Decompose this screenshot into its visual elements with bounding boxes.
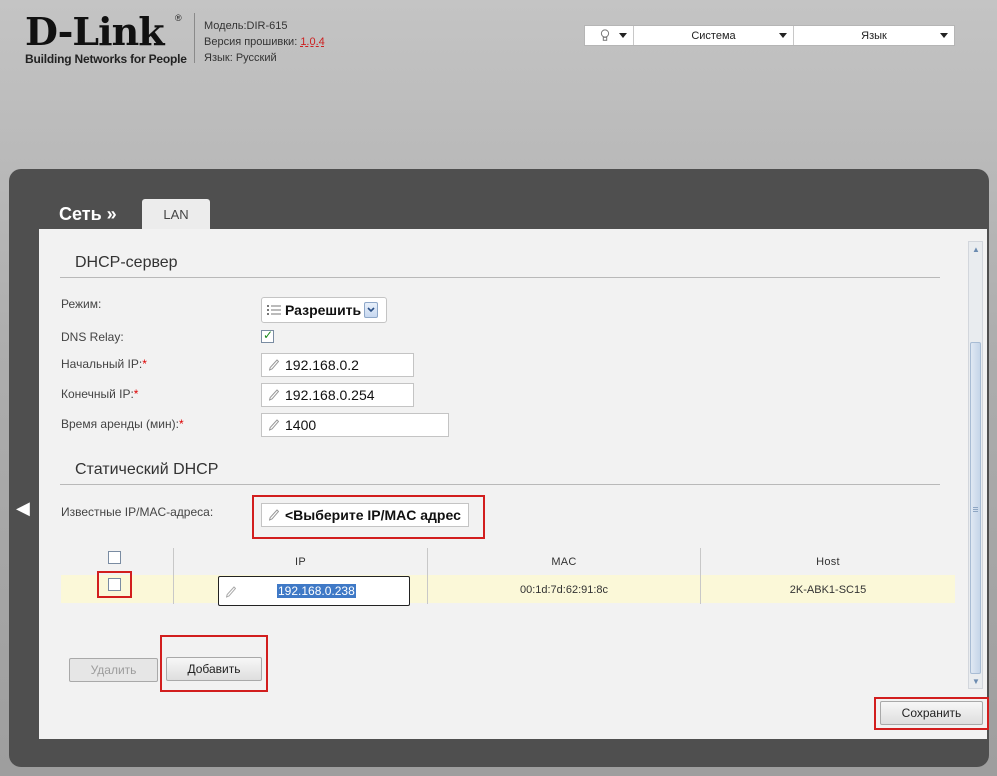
row-checkbox[interactable] [108,578,121,591]
section-divider [60,277,940,278]
language-value: Русский [235,52,277,64]
dlink-logo: D-Link ® Building Networks for People [25,9,190,67]
scrollbar-grip [973,507,978,508]
known-addresses-input[interactable]: <Выберите IP/MAC адрес [261,503,469,527]
static-dhcp-section-title: Статический DHCP [75,461,219,478]
save-button[interactable]: Сохранить [880,701,983,725]
end-ip-value: 192.168.0.254 [285,387,375,403]
firmware-version-link[interactable]: 1.0.4 [300,36,324,48]
model-value: DIR-615 [246,20,288,32]
language-label: Язык: [204,52,233,64]
scrollbar-grip [973,511,978,512]
section-divider [60,484,940,485]
select-all-checkbox[interactable] [108,551,121,564]
scroll-up-icon[interactable]: ▲ [971,244,981,254]
lease-time-label: Время аренды (мин):* [61,417,184,431]
row-host-value: 2K-ABK1-SC15 [789,584,867,596]
chevron-down-icon [619,33,627,38]
firmware-label: Версия прошивки: [204,36,298,48]
scrollbar-thumb[interactable] [970,342,981,674]
column-header-host: Host [816,556,840,568]
breadcrumb[interactable]: Сеть » [59,204,117,225]
vertical-scrollbar[interactable]: ▲ ▼ [968,241,983,689]
row-ip-input[interactable]: 192.168.0.238 [218,576,410,606]
device-info: Модель:DIR-615 Версия прошивки: 1.0.4 Яз… [204,18,325,66]
back-arrow-icon[interactable]: ◀ [16,498,30,519]
pencil-icon [269,389,279,401]
start-ip-value: 192.168.0.2 [285,357,359,373]
scroll-down-icon[interactable]: ▼ [971,676,981,686]
column-separator [173,575,174,603]
model-label: Модель: [204,20,247,32]
mode-select[interactable]: Разрешить [261,297,387,323]
chevron-down-icon [940,33,948,38]
list-icon [267,305,281,315]
top-menu: Система Язык [584,25,955,46]
mode-select-value: Разрешить [285,302,362,318]
pencil-icon [269,419,279,431]
scrollbar-grip [973,509,978,510]
chevron-down-icon [364,302,379,318]
pencil-icon [226,586,236,598]
dns-relay-checkbox[interactable]: ✓ [261,328,274,343]
checkmark-icon: ✓ [263,328,274,342]
lease-time-input[interactable]: 1400 [261,413,449,437]
chevron-down-icon [779,33,787,38]
pencil-icon [269,509,279,521]
lightbulb-icon [600,29,610,41]
logo-registered-mark: ® [175,13,182,23]
mode-label: Режим: [61,297,102,311]
dhcp-section-title: DHCP-сервер [75,254,178,271]
language-menu-label: Язык [861,29,887,42]
start-ip-input[interactable]: 192.168.0.2 [261,353,414,377]
logo-tagline: Building Networks for People [25,52,187,66]
language-menu[interactable]: Язык [794,26,954,45]
system-menu[interactable]: Система [634,26,794,45]
dns-relay-label: DNS Relay: [61,330,124,344]
end-ip-input[interactable]: 192.168.0.254 [261,383,414,407]
row-ip-value: 192.168.0.238 [277,584,356,598]
known-addresses-label: Известные IP/MAC-адреса: [61,505,214,519]
add-button[interactable]: Добавить [166,657,262,681]
tab-lan[interactable]: LAN [142,199,210,229]
known-addresses-value: <Выберите IP/MAC адрес [285,507,461,523]
column-header-ip: IP [295,556,306,568]
pencil-icon [269,359,279,371]
row-mac-value: 00:1d:7d:62:91:8c [519,584,609,596]
tips-menu[interactable] [585,26,634,45]
delete-button[interactable]: Удалить [69,658,158,682]
lease-time-value: 1400 [285,417,317,433]
header-divider [194,13,195,63]
system-menu-label: Система [691,29,736,42]
end-ip-label: Конечный IP:* [61,387,139,401]
column-header-mac: MAC [551,556,577,568]
start-ip-label: Начальный IP:* [61,357,147,371]
logo-text: D-Link [25,9,165,54]
